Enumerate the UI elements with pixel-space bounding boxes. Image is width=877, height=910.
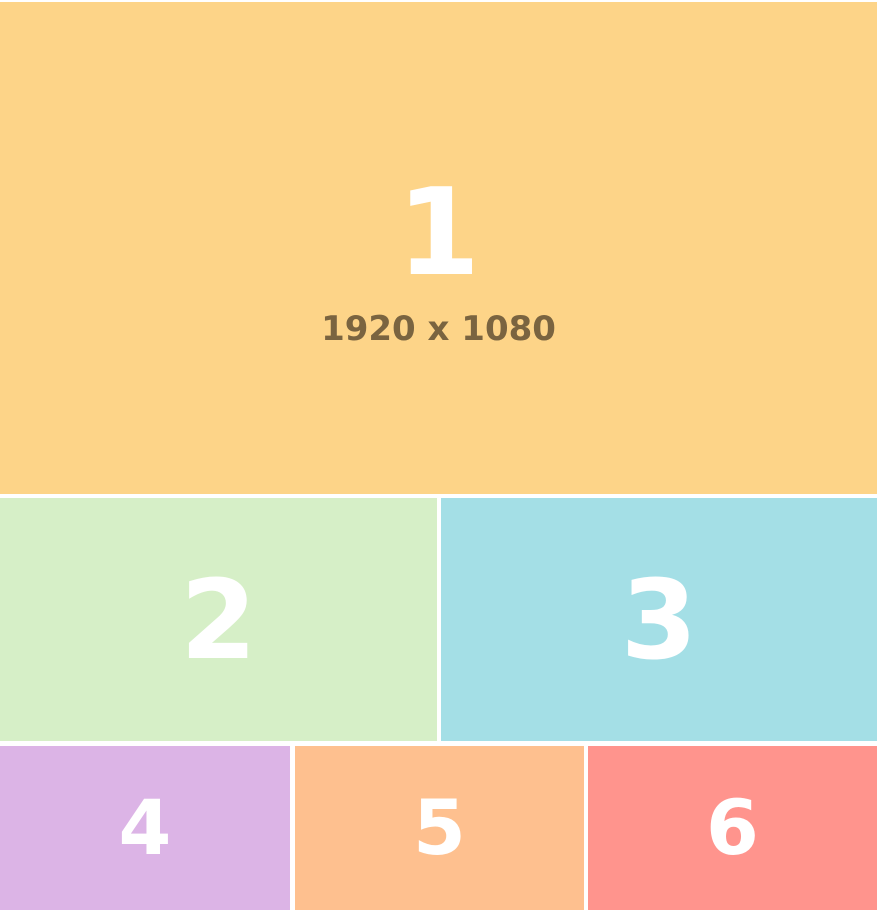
screen-resolution-label: 1920 x 1080 [321,309,556,349]
screen-number-6: 6 [706,783,759,872]
screen-number-3: 3 [620,555,698,684]
screen-tile-1[interactable]: 1 1920 x 1080 [0,2,877,494]
screen-tile-4[interactable]: 4 [0,746,290,910]
screen-tile-6[interactable]: 6 [588,746,877,910]
screen-number-1: 1 [396,164,481,303]
screen-tile-2[interactable]: 2 [0,498,437,741]
screen-tile-5[interactable]: 5 [295,746,584,910]
screen-tile-3[interactable]: 3 [441,498,877,741]
screen-number-4: 4 [118,783,172,872]
screen-number-2: 2 [180,555,257,684]
screen-number-5: 5 [413,783,466,872]
